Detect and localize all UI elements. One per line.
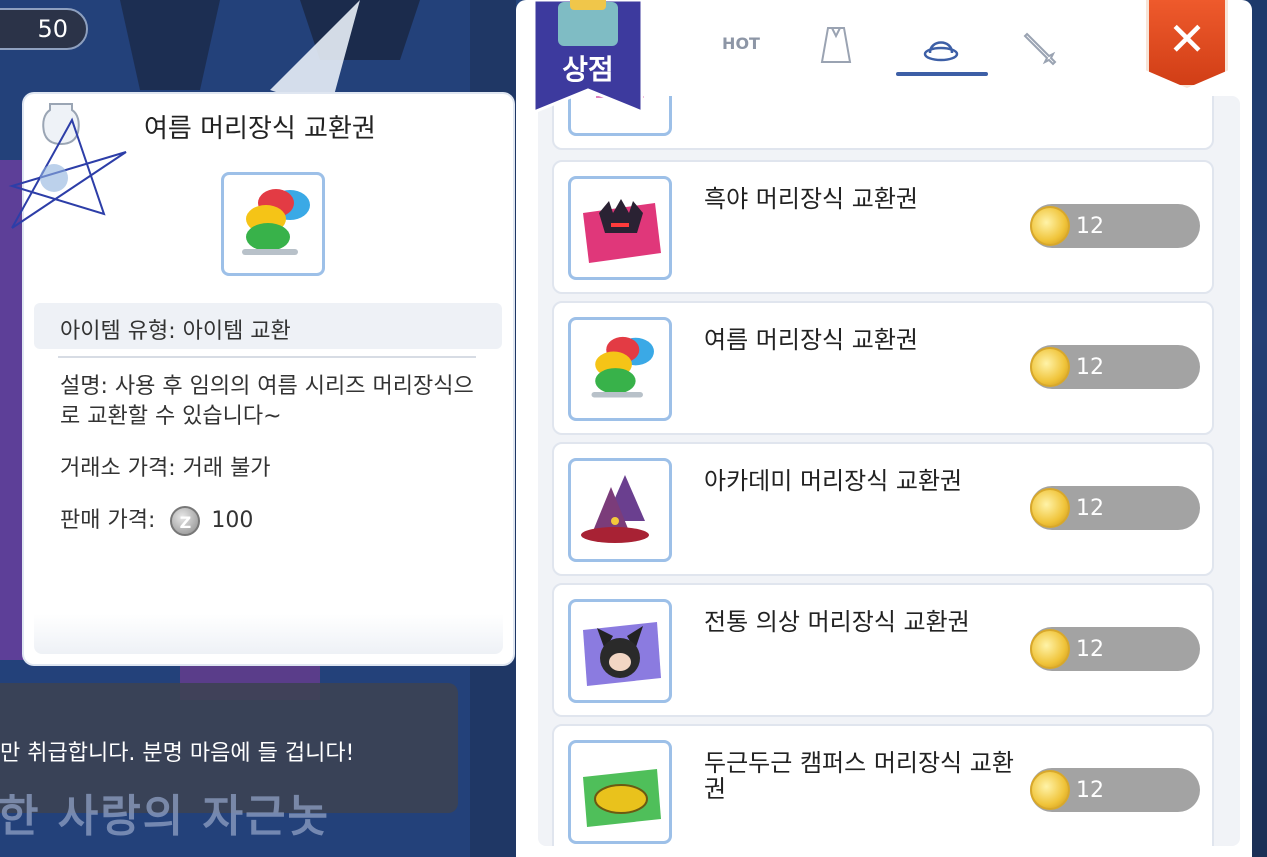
tab-weapon[interactable] <box>996 18 1086 78</box>
star-scribble <box>8 117 127 229</box>
list-item[interactable]: 전통 의상 머리장식 교환권 12 <box>552 583 1214 717</box>
shop-badge: 상점 <box>530 0 646 118</box>
gold-coin-icon <box>1030 488 1070 528</box>
detail-item-icon <box>221 172 325 276</box>
cape-icon <box>820 27 852 63</box>
npc-dialog-text: 만 취급합니다. 분명 마음에 들 겁니다! <box>0 741 355 766</box>
close-button[interactable]: ✕ <box>1146 0 1228 88</box>
trade-price-text: 거래소 가격: 거래 불가 <box>60 456 271 481</box>
yellow-cap-icon <box>583 769 661 827</box>
hat-icon <box>923 41 959 62</box>
item-name: 흑야 머리장식 교환권 <box>704 185 918 213</box>
sell-price-row: 판매 가격: Z 100 <box>60 502 253 536</box>
witch-hat-icon <box>581 475 649 543</box>
item-thumb <box>568 176 672 280</box>
tab-costume[interactable] <box>791 18 881 78</box>
detail-divider <box>58 356 476 358</box>
price-button[interactable]: 12 <box>1030 768 1200 812</box>
price-button[interactable]: 12 <box>1030 486 1200 530</box>
item-name: 아카데미 머리장식 교환권 <box>704 467 963 495</box>
sword-icon <box>1023 32 1057 66</box>
list-item[interactable]: 아카데미 머리장식 교환권 12 <box>552 442 1214 576</box>
list-item[interactable]: 두근두근 캠퍼스 머리장식 교환권 12 <box>552 724 1214 846</box>
item-name: 전통 의상 머리장식 교환권 <box>704 608 970 636</box>
price-button[interactable]: 12 <box>1030 345 1200 389</box>
price-button[interactable]: 12 <box>1030 204 1200 248</box>
price-value: 12 <box>1076 355 1104 380</box>
tab-headgear[interactable] <box>896 18 986 78</box>
detail-panel-footer <box>34 614 503 654</box>
item-type-bar: 아이템 유형: 아이템 교환 <box>34 303 502 349</box>
sell-price-label: 판매 가격: <box>60 508 156 533</box>
item-thumb <box>568 740 672 844</box>
shop-item-list[interactable]: 흑야 머리장식 교환권 12 여름 머리장식 교환권 12 아카데미 머리장식 … <box>538 96 1240 846</box>
tab-active-indicator <box>896 72 988 76</box>
item-type-text: 아이템 유형: 아이템 교환 <box>60 319 291 344</box>
gold-coin-icon <box>1030 629 1070 669</box>
summer-caps-icon <box>242 189 310 255</box>
background-caption: 한 사랑의 자근놋 <box>0 791 330 842</box>
summer-caps-icon <box>591 336 654 398</box>
tab-hot-label: HOT <box>722 34 760 53</box>
list-item[interactable]: 흑야 머리장식 교환권 12 <box>552 160 1214 294</box>
price-button[interactable]: 12 <box>1030 627 1200 671</box>
item-thumb <box>568 599 672 703</box>
sell-price-value: 100 <box>211 508 254 533</box>
zeny-coin-icon: Z <box>170 506 201 536</box>
price-value: 12 <box>1076 496 1104 521</box>
item-thumb <box>568 317 672 421</box>
shop-badge-label: 상점 <box>562 53 614 86</box>
detail-title: 여름 머리장식 교환권 <box>144 114 376 144</box>
price-value: 12 <box>1076 214 1104 239</box>
item-name: 두근두근 캠퍼스 머리장식 교환권 <box>704 749 1014 803</box>
price-value: 12 <box>1076 778 1104 803</box>
shop-tabs: HOT <box>696 18 1076 78</box>
price-value: 12 <box>1076 637 1104 662</box>
fox-ears-icon <box>583 622 661 686</box>
gold-coin-icon <box>1030 347 1070 387</box>
dark-horn-headgear-icon <box>583 199 661 263</box>
item-thumb <box>568 458 672 562</box>
item-description: 설명: 사용 후 임의의 여름 시리즈 머리장식으로 교환할 수 있습니다~ <box>60 374 474 429</box>
shop-panel: HOT 흑야 머리장식 교환권 12 여름 머리장식 교환권 12 아카데미 머… <box>516 0 1252 857</box>
list-item[interactable]: 여름 머리장식 교환권 12 <box>552 301 1214 435</box>
list-item-partial[interactable] <box>552 96 1214 150</box>
gold-coin-icon <box>1030 206 1070 246</box>
level-badge: 50 <box>0 8 88 50</box>
item-name: 여름 머리장식 교환권 <box>704 326 918 354</box>
gold-coin-icon <box>1030 770 1070 810</box>
tab-hot[interactable]: HOT <box>696 18 786 78</box>
